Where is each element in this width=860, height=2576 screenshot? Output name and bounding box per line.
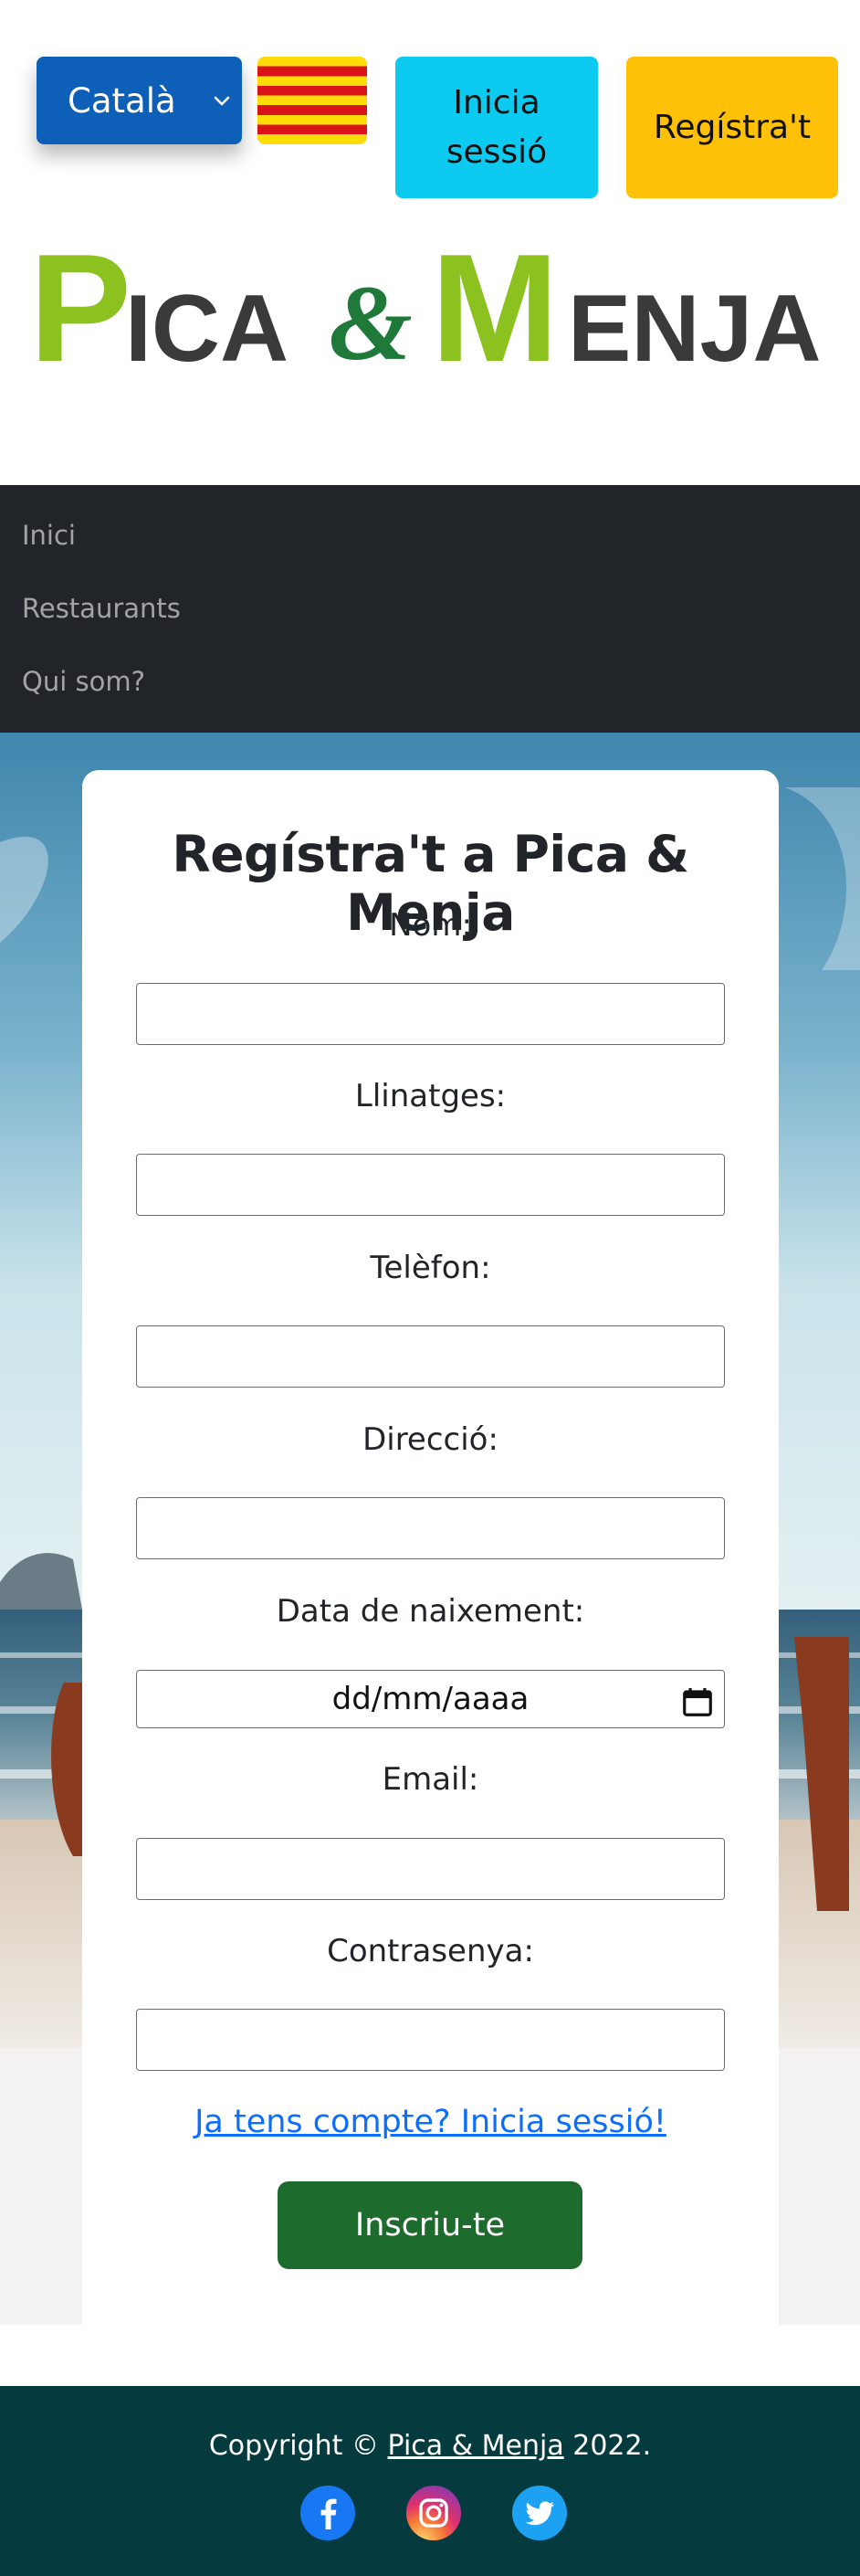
register-form-card: Regístra't a Pica & Menja Nom: Llinatges… (82, 770, 779, 2325)
chevron-down-icon (214, 96, 230, 106)
nom-input[interactable] (136, 983, 725, 1045)
footer: Copyright © Pica & Menja 2022. (0, 2386, 860, 2576)
nav-item-restaurants[interactable]: Restaurants (22, 593, 181, 624)
nav-item-inici[interactable]: Inici (22, 520, 76, 551)
email-input[interactable] (136, 1838, 725, 1900)
language-select[interactable]: Català (37, 57, 242, 144)
top-bar: Català Inicia sessió Regístra't (0, 0, 860, 219)
direccio-input[interactable] (136, 1497, 725, 1559)
email-label: Email: (382, 1761, 479, 1798)
data-naixement-label: Data de naixement: (276, 1593, 585, 1630)
direccio-label: Direcció: (362, 1421, 498, 1458)
facebook-icon[interactable] (299, 2485, 356, 2541)
language-select-value: Català (68, 80, 176, 121)
footer-site-link[interactable]: Pica & Menja (388, 2430, 564, 2462)
main-nav: Inici Restaurants Qui som? (0, 485, 860, 733)
data-naixement-input[interactable]: dd/mm/aaaa (136, 1670, 725, 1728)
register-button[interactable]: Regístra't (626, 57, 838, 198)
nav-item-qui-som[interactable]: Qui som? (22, 666, 145, 697)
copyright-prefix: Copyright © (208, 2430, 379, 2462)
svg-text:P: P (29, 228, 131, 384)
submit-button[interactable]: Inscriu-te (278, 2181, 582, 2269)
catalan-flag-icon (257, 57, 367, 144)
svg-text:ICA: ICA (125, 276, 288, 382)
calendar-icon[interactable] (680, 1684, 715, 1720)
login-button[interactable]: Inicia sessió (395, 57, 598, 198)
contrasenya-input[interactable] (136, 2009, 725, 2071)
instagram-icon[interactable] (405, 2485, 462, 2541)
svg-text:M: M (431, 228, 559, 384)
pica-menja-logo: P ICA & M ENJA (29, 228, 821, 384)
nom-label: Nom: (389, 907, 472, 944)
telefon-label: Telèfon: (370, 1250, 491, 1286)
twitter-icon[interactable] (511, 2485, 568, 2541)
llinatges-label: Llinatges: (354, 1078, 507, 1114)
svg-text:ENJA: ENJA (568, 276, 821, 382)
login-link[interactable]: Ja tens compte? Inicia sessió! (82, 2104, 779, 2140)
date-placeholder: dd/mm/aaaa (331, 1681, 530, 1717)
copyright-text: Copyright © Pica & Menja 2022. (0, 2430, 860, 2462)
contrasenya-label: Contrasenya: (327, 1933, 534, 1969)
telefon-input[interactable] (136, 1325, 725, 1388)
llinatges-input[interactable] (136, 1154, 725, 1216)
copyright-year: 2022. (572, 2430, 652, 2462)
svg-text:&: & (329, 263, 413, 383)
